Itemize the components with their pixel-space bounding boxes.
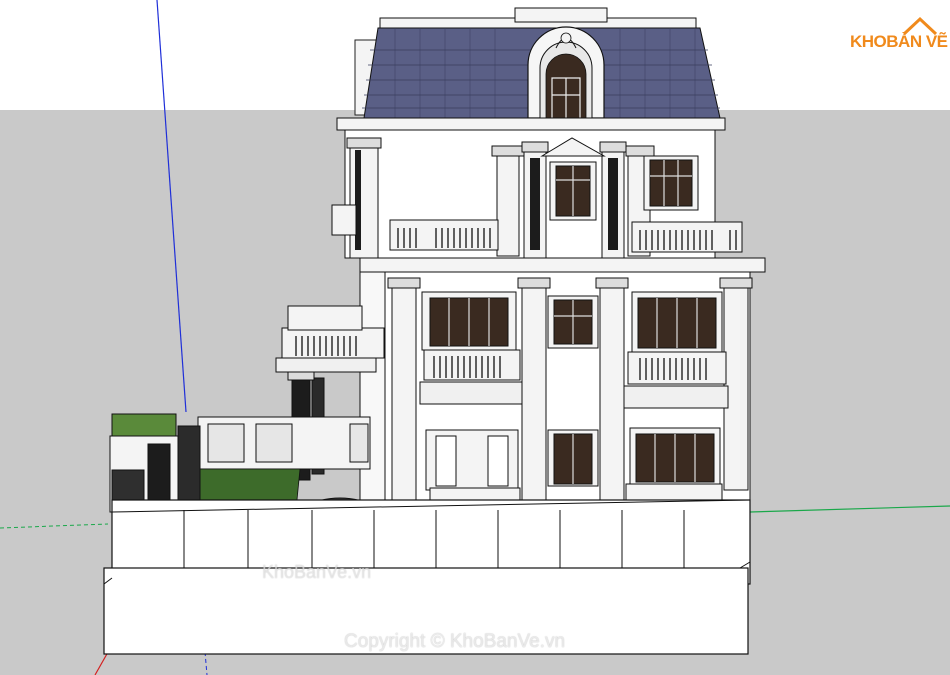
blue-axis: [156, 0, 187, 413]
khobanve-logo: KHOBẢN VẼ: [850, 14, 948, 54]
green-axis-dashed: [0, 523, 109, 529]
middle-windows: [421, 291, 723, 353]
gate-pillar-lawn: [111, 413, 177, 437]
villa-model[interactable]: [0, 0, 950, 675]
green-axis: [749, 505, 950, 513]
logo-prefix: KHO: [850, 32, 887, 51]
blue-axis-dashed: [204, 651, 208, 675]
watermark-center: KhoBanVe.vn: [262, 562, 372, 582]
logo-suffix: BẢN VẼ: [886, 32, 948, 51]
arched-dormer-window: [527, 26, 605, 119]
back-fence: [197, 416, 371, 470]
watermark-copyright: Copyright © KhoBanVe.vn: [344, 631, 566, 652]
sketchup-viewport[interactable]: KHOBẢN VẼ KhoBanVe.vn Copyright © KhoBan…: [0, 0, 950, 675]
front-gate: [109, 425, 201, 513]
